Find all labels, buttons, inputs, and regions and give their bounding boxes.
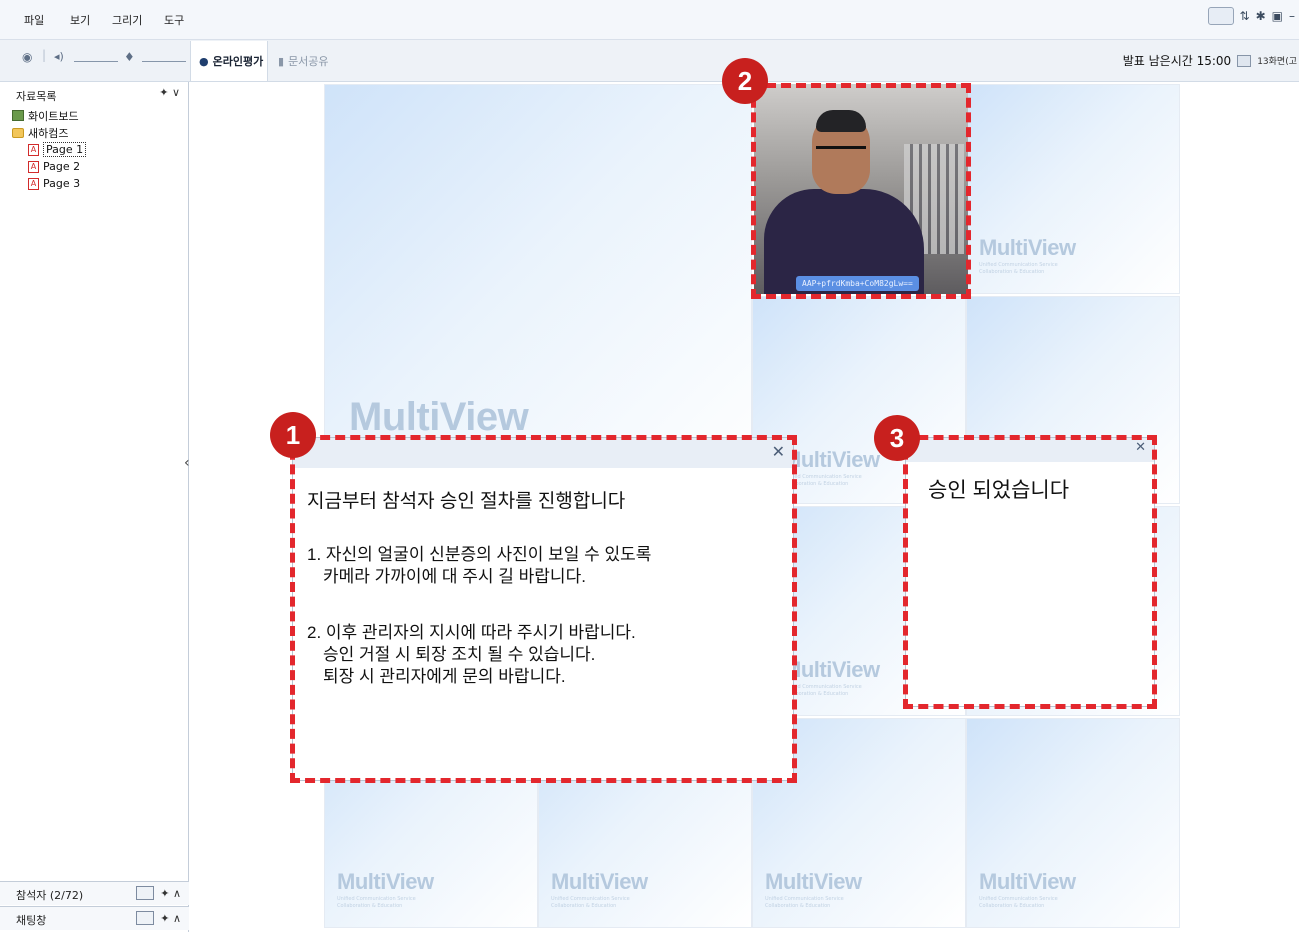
tab-online-evaluation[interactable]: ● 온라인평가 — [190, 41, 268, 81]
screen-mode[interactable]: 13화면(고 — [1257, 54, 1297, 67]
highlight-box-3 — [903, 435, 1157, 709]
whiteboard-icon — [12, 110, 24, 121]
menu-tools[interactable]: 도구 — [164, 12, 184, 28]
menubar: 파일 보기 그리기 도구 ⇅ ✱ ▣ – — [0, 0, 1299, 40]
pdf-icon: A — [28, 160, 39, 173]
watermark-sub: Unified Communication Service — [979, 896, 1058, 902]
tree-item-label: Page 3 — [43, 177, 81, 190]
layout-icon[interactable] — [1237, 54, 1252, 67]
watermark-logo: MultiView — [551, 869, 648, 894]
tree-item-page-1[interactable]: A Page 1 — [12, 141, 87, 158]
chat-controls[interactable]: ✦ ∧ — [136, 911, 181, 925]
fullscreen-icon[interactable]: ▣ — [1272, 10, 1283, 22]
watermark-logo: MultiView — [783, 447, 880, 472]
participants-label: 참석자 (2/72) — [16, 889, 84, 902]
menu-view[interactable]: 보기 — [70, 12, 90, 28]
gear-icon[interactable]: ✱ — [1256, 10, 1266, 22]
watermark-sub: Unified Communication Service — [551, 896, 630, 902]
window-controls: ⇅ ✱ ▣ – — [1207, 4, 1295, 28]
step-badge-1: 1 — [270, 412, 316, 458]
watermark-logo: MultiView — [337, 869, 434, 894]
collapse-panel-arrow[interactable]: ‹ — [184, 455, 190, 471]
list-icon[interactable] — [136, 911, 155, 925]
chat-header[interactable]: 채팅창 ✦ ∧ — [0, 906, 189, 930]
panel-pin-collapse[interactable]: ✦ ∨ — [159, 86, 180, 99]
step-badge-2: 2 — [722, 58, 768, 104]
tree-item-page-3[interactable]: A Page 3 — [12, 175, 86, 192]
menu-draw[interactable]: 그리기 — [112, 12, 142, 28]
step-badge-3: 3 — [874, 415, 920, 461]
tree-item-page-2[interactable]: A Page 2 — [12, 158, 86, 175]
document-icon: ▮ — [278, 54, 285, 68]
tab-document-share[interactable]: ▮ 문서공유 — [270, 41, 340, 81]
participants-header[interactable]: 참석자 (2/72) ✦ ∧ — [0, 881, 189, 905]
watermark-sub: Collaboration & Education — [551, 903, 617, 909]
microphone-icon[interactable]: ♦ — [124, 50, 135, 64]
separator: | — [42, 48, 47, 62]
watermark-logo: MultiView — [979, 869, 1076, 894]
watermark-sub: Unified Communication Service — [979, 262, 1058, 268]
watermark-sub: Unified Communication Service — [765, 896, 844, 902]
tree-item-label: 새하컴즈 — [28, 126, 69, 140]
video-tile: MultiView Unified Communication Service … — [966, 718, 1180, 928]
webcam-icon[interactable]: ◉ — [22, 50, 32, 64]
watermark-logo: MultiView — [979, 235, 1076, 260]
app-window: 파일 보기 그리기 도구 ⇅ ✱ ▣ – ◉ | ◂) ♦ ● 온라인평가 ▮ … — [0, 0, 1299, 932]
sort-icon[interactable]: ⇅ — [1240, 10, 1250, 22]
highlight-box-2 — [751, 83, 971, 299]
watermark-logo: MultiView — [765, 869, 862, 894]
folder-icon — [12, 127, 24, 138]
watermark-sub: Collaboration & Education — [979, 903, 1045, 909]
chat-label: 채팅창 — [16, 914, 47, 927]
window-icon[interactable] — [1207, 7, 1234, 25]
pdf-icon: A — [28, 143, 39, 156]
tree-item-label: 화이트보드 — [28, 109, 79, 123]
presentation-timer: 발표 남은시간 15:00 13화면(고 — [1123, 52, 1297, 69]
tree-item-label: Page 2 — [43, 160, 81, 173]
speaker-volume-slider[interactable] — [74, 61, 118, 62]
watermark-sub: Collaboration & Education — [979, 269, 1045, 275]
timer-label: 발표 남은시간 15:00 — [1122, 54, 1232, 68]
tree-item-whiteboard[interactable]: 화이트보드 — [12, 107, 86, 124]
watermark-logo: MultiView — [783, 657, 880, 682]
material-tree: 화이트보드 새하컴즈 A Page 1 A Page 2 A Page 3 — [12, 107, 87, 192]
list-icon[interactable] — [136, 886, 155, 900]
watermark-sub: Collaboration & Education — [765, 903, 831, 909]
minimize-icon[interactable]: – — [1289, 10, 1295, 22]
watermark-sub: Unified Communication Service — [337, 896, 416, 902]
tree-item-label: Page 1 — [43, 142, 87, 157]
speaker-icon[interactable]: ◂) — [54, 50, 64, 63]
watermark-logo: MultiView — [349, 395, 529, 439]
video-tile: MultiView Unified Communication Service … — [966, 84, 1180, 294]
menu-file[interactable]: 파일 — [24, 12, 44, 28]
highlight-box-1 — [290, 435, 797, 783]
panel-title: 자료목록 — [16, 90, 57, 103]
participants-controls[interactable]: ✦ ∧ — [136, 886, 181, 900]
pdf-icon: A — [28, 177, 39, 190]
tab-label: 문서공유 — [288, 55, 329, 68]
watermark-sub: Collaboration & Education — [337, 903, 403, 909]
tab-label: 온라인평가 — [212, 55, 264, 68]
tree-item-folder[interactable]: 새하컴즈 — [12, 124, 86, 141]
person-icon: ● — [199, 54, 209, 68]
mic-volume-slider[interactable] — [142, 61, 186, 62]
material-list-panel: 자료목록 ✦ ∨ 화이트보드 새하컴즈 A Page 1 A Page 2 A … — [0, 82, 189, 932]
